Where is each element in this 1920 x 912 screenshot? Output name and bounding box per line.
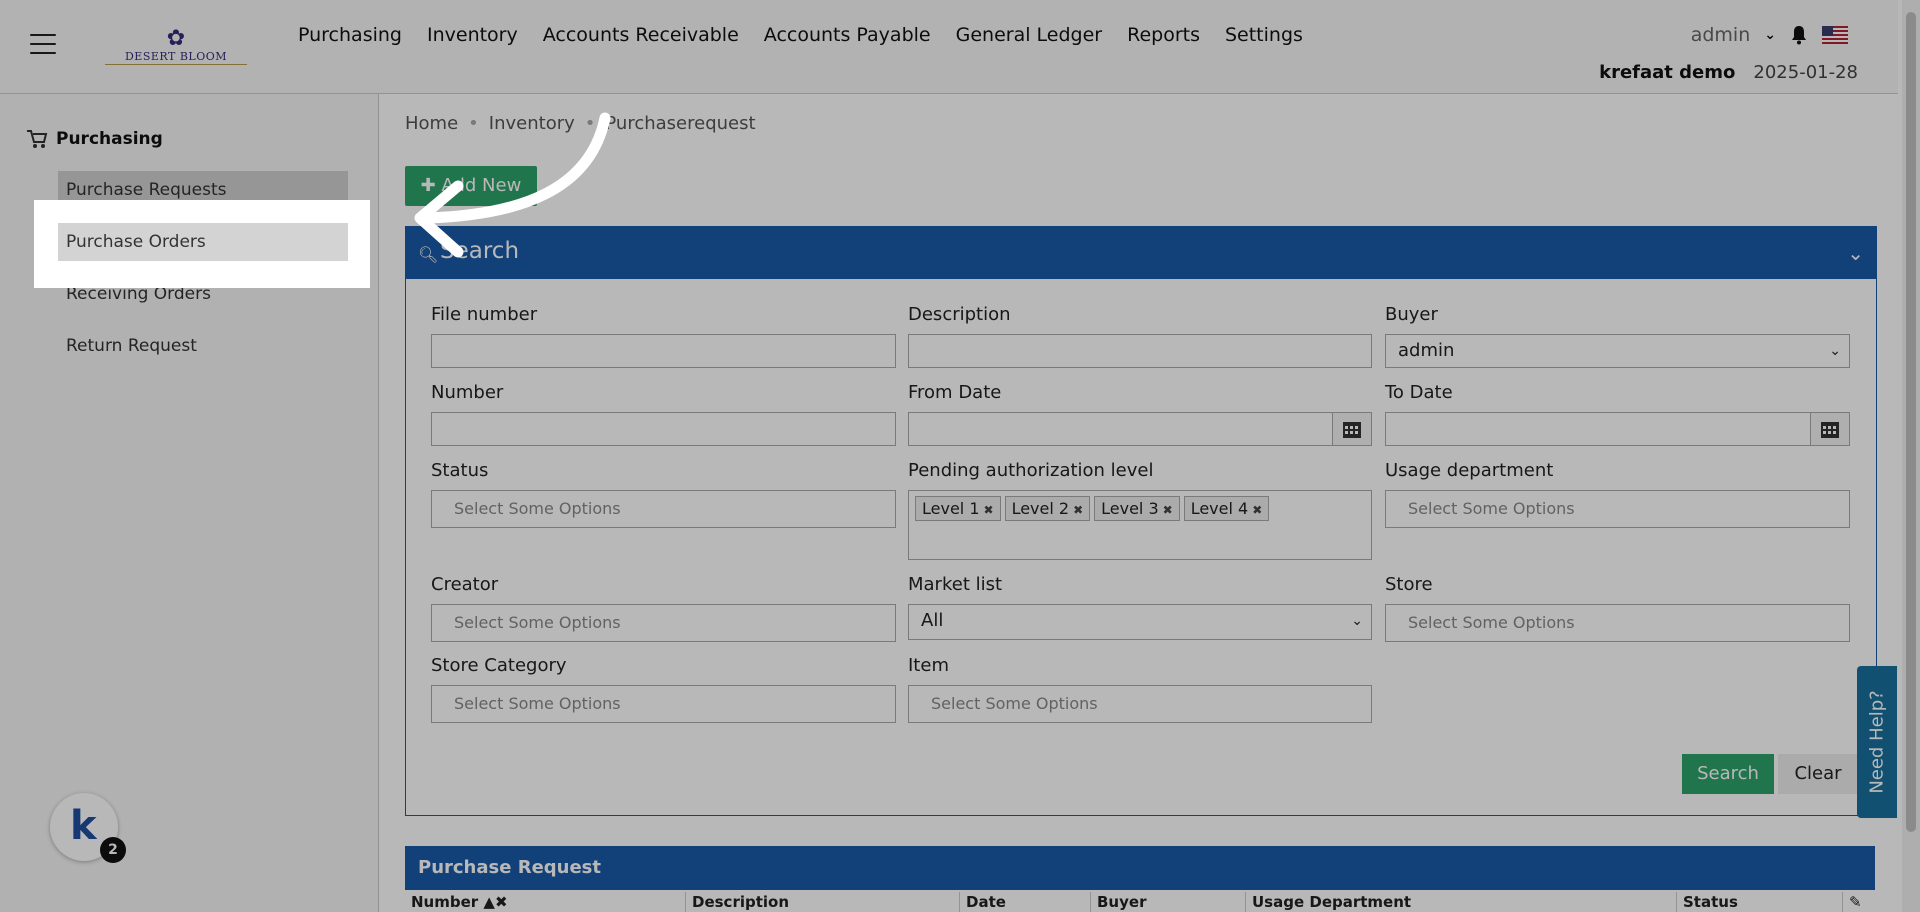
tutorial-arrow-icon xyxy=(414,112,611,258)
